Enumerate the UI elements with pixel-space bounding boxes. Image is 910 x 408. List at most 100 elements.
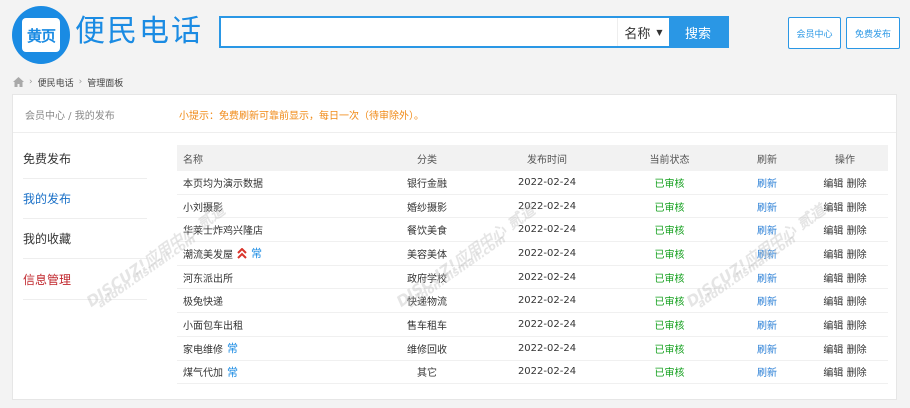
row-name-cell: 小刘摄影 [177, 199, 367, 214]
row-ops: 编辑 删除 [802, 364, 888, 379]
delete-link[interactable]: 删除 [847, 368, 867, 379]
main-panel: 会员中心 / 我的发布 小提示：免费刷新可靠前显示，每日一次（待审除外）。 免费… [12, 94, 897, 400]
row-status: 已审核 [654, 297, 685, 309]
row-name-cell: 极兔快递 [177, 293, 367, 308]
search-button[interactable]: 搜索 [669, 18, 727, 46]
sidebar-item-info-manage[interactable]: 信息管理 [23, 260, 147, 300]
refresh-link[interactable]: 刷新 [732, 293, 802, 308]
edit-link[interactable]: 编辑 [823, 345, 843, 356]
row-status: 已审核 [654, 249, 685, 261]
row-name[interactable]: 潮流美发屋 [183, 246, 233, 261]
refresh-link[interactable]: 刷新 [732, 222, 802, 237]
sidebar-item-free-publish[interactable]: 免费发布 [23, 139, 147, 179]
row-time: 2022-02-24 [517, 200, 577, 212]
tip-text: 小提示：免费刷新可靠前显示，每日一次（待审除外）。 [179, 111, 424, 122]
refresh-link[interactable]: 刷新 [732, 270, 802, 285]
posts-table: 名称 分类 发布时间 当前状态 刷新 操作 本页均为演示数据 银行金融 2022-0… [177, 145, 888, 385]
breadcrumb-item-site[interactable]: 便民电话 [38, 76, 74, 89]
delete-link[interactable]: 删除 [847, 321, 867, 332]
table-row: 潮流美发屋常美容美体 2022-02-24 已审核 刷新 编辑 删除 [177, 242, 888, 266]
row-status: 已审核 [654, 320, 685, 332]
row-name[interactable]: 煤气代加 [183, 364, 223, 379]
regular-badge: 常 [227, 342, 238, 356]
row-name[interactable]: 河东派出所 [183, 270, 233, 285]
refresh-link[interactable]: 刷新 [732, 199, 802, 214]
panel-crumb: 会员中心 / 我的发布 [25, 111, 115, 122]
row-category: 婚纱摄影 [407, 202, 447, 214]
row-time: 2022-02-24 [517, 176, 577, 188]
member-center-button[interactable]: 会员中心 [788, 17, 841, 49]
row-name[interactable]: 本页均为演示数据 [183, 175, 263, 190]
refresh-link[interactable]: 刷新 [732, 175, 802, 190]
edit-link[interactable]: 编辑 [823, 368, 843, 379]
delete-link[interactable]: 删除 [847, 179, 867, 190]
refresh-link[interactable]: 刷新 [732, 364, 802, 379]
row-time: 2022-02-24 [517, 295, 577, 307]
row-status: 已审核 [654, 202, 685, 214]
row-ops: 编辑 删除 [802, 317, 888, 332]
row-time: 2022-02-24 [517, 318, 577, 330]
row-category: 政府学校 [407, 273, 447, 285]
refresh-link[interactable]: 刷新 [732, 317, 802, 332]
row-time: 2022-02-24 [517, 224, 577, 236]
row-name-cell: 家电维修常 [177, 340, 367, 356]
row-status: 已审核 [654, 226, 685, 238]
row-category: 美容美体 [407, 249, 447, 261]
breadcrumb-separator: › [29, 77, 33, 87]
search-input[interactable] [221, 18, 617, 46]
row-name[interactable]: 小面包车出租 [183, 317, 243, 332]
delete-link[interactable]: 删除 [847, 274, 867, 285]
home-icon[interactable] [13, 77, 24, 87]
edit-link[interactable]: 编辑 [823, 179, 843, 190]
header-status: 当前状态 [649, 154, 690, 166]
row-ops: 编辑 删除 [802, 199, 888, 214]
free-publish-button[interactable]: 免费发布 [846, 17, 900, 49]
table-row: 小面包车出租 售车租车 2022-02-24 已审核 刷新 编辑 删除 [177, 313, 888, 337]
row-name-cell: 河东派出所 [177, 270, 367, 285]
header-refresh: 刷新 [757, 154, 777, 166]
edit-link[interactable]: 编辑 [823, 321, 843, 332]
row-category: 维修回收 [407, 344, 447, 356]
row-name[interactable]: 极兔快递 [183, 293, 223, 308]
row-name[interactable]: 华莱士炸鸡兴隆店 [183, 222, 263, 237]
header: 黄页 便民电话 名称 ▼ 搜索 会员中心 免费发布 [0, 0, 910, 66]
row-category: 其它 [417, 368, 437, 380]
table-row: 华莱士炸鸡兴隆店 餐饮美食 2022-02-24 已审核 刷新 编辑 删除 [177, 218, 888, 243]
logo-badge: 黄页 [22, 18, 60, 52]
table-row: 本页均为演示数据 银行金融 2022-02-24 已审核 刷新 编辑 删除 [177, 171, 888, 195]
row-name-cell: 潮流美发屋 常 [177, 245, 367, 261]
table-row: 家电维修常维修回收 2022-02-24 已审核 刷新 编辑 删除 [177, 337, 888, 361]
row-ops: 编辑 删除 [802, 341, 888, 356]
row-name[interactable]: 小刘摄影 [183, 199, 223, 214]
edit-link[interactable]: 编辑 [823, 274, 843, 285]
edit-link[interactable]: 编辑 [823, 226, 843, 237]
sidebar-item-my-posts[interactable]: 我的发布 [23, 179, 147, 219]
double-chevron-up-icon [237, 247, 247, 259]
row-category: 餐饮美食 [407, 226, 447, 238]
delete-link[interactable]: 删除 [847, 203, 867, 214]
header-name: 名称 [183, 154, 203, 166]
delete-link[interactable]: 删除 [847, 250, 867, 261]
delete-link[interactable]: 删除 [847, 345, 867, 356]
row-category: 快递物流 [407, 297, 447, 309]
row-name[interactable]: 家电维修 [183, 341, 223, 356]
row-ops: 编辑 删除 [802, 270, 888, 285]
chevron-down-icon: ▼ [656, 27, 663, 37]
search-type-select[interactable]: 名称 ▼ [617, 18, 669, 46]
edit-link[interactable]: 编辑 [823, 297, 843, 308]
row-status: 已审核 [654, 368, 685, 380]
row-ops: 编辑 删除 [802, 175, 888, 190]
edit-link[interactable]: 编辑 [823, 250, 843, 261]
row-name-cell: 华莱士炸鸡兴隆店 [177, 222, 367, 237]
table-row: 河东派出所 政府学校 2022-02-24 已审核 刷新 编辑 删除 [177, 266, 888, 290]
table-row: 小刘摄影 婚纱摄影 2022-02-24 已审核 刷新 编辑 删除 [177, 195, 888, 219]
refresh-link[interactable]: 刷新 [732, 341, 802, 356]
edit-link[interactable]: 编辑 [823, 203, 843, 214]
delete-link[interactable]: 删除 [847, 226, 867, 237]
regular-badge: 常 [251, 247, 262, 261]
sidebar-item-my-favorites[interactable]: 我的收藏 [23, 219, 147, 259]
refresh-link[interactable]: 刷新 [732, 246, 802, 261]
logo-icon[interactable]: 黄页 [12, 6, 70, 64]
site-name[interactable]: 便民电话 [75, 14, 203, 50]
delete-link[interactable]: 删除 [847, 297, 867, 308]
